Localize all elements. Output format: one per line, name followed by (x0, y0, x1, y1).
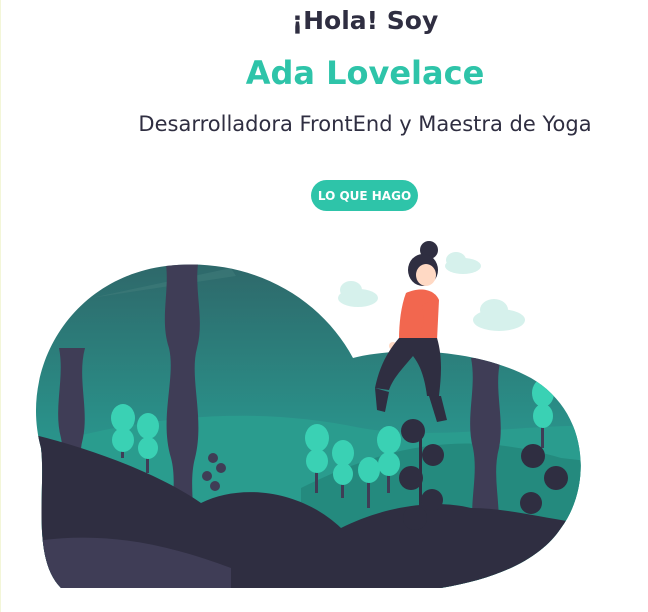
woman-sitting-on-hill-forest-icon (35, 241, 581, 589)
role-subtitle: Desarrolladora FrontEnd y Maestra de Yog… (138, 112, 592, 136)
greeting-text: ¡Hola! Soy (291, 6, 439, 35)
what-i-do-button[interactable]: LO QUE HAGO (311, 180, 418, 211)
page: ¡Hola! Soy Ada Lovelace Desarrolladora F… (0, 0, 648, 612)
name-heading: Ada Lovelace (245, 54, 485, 92)
